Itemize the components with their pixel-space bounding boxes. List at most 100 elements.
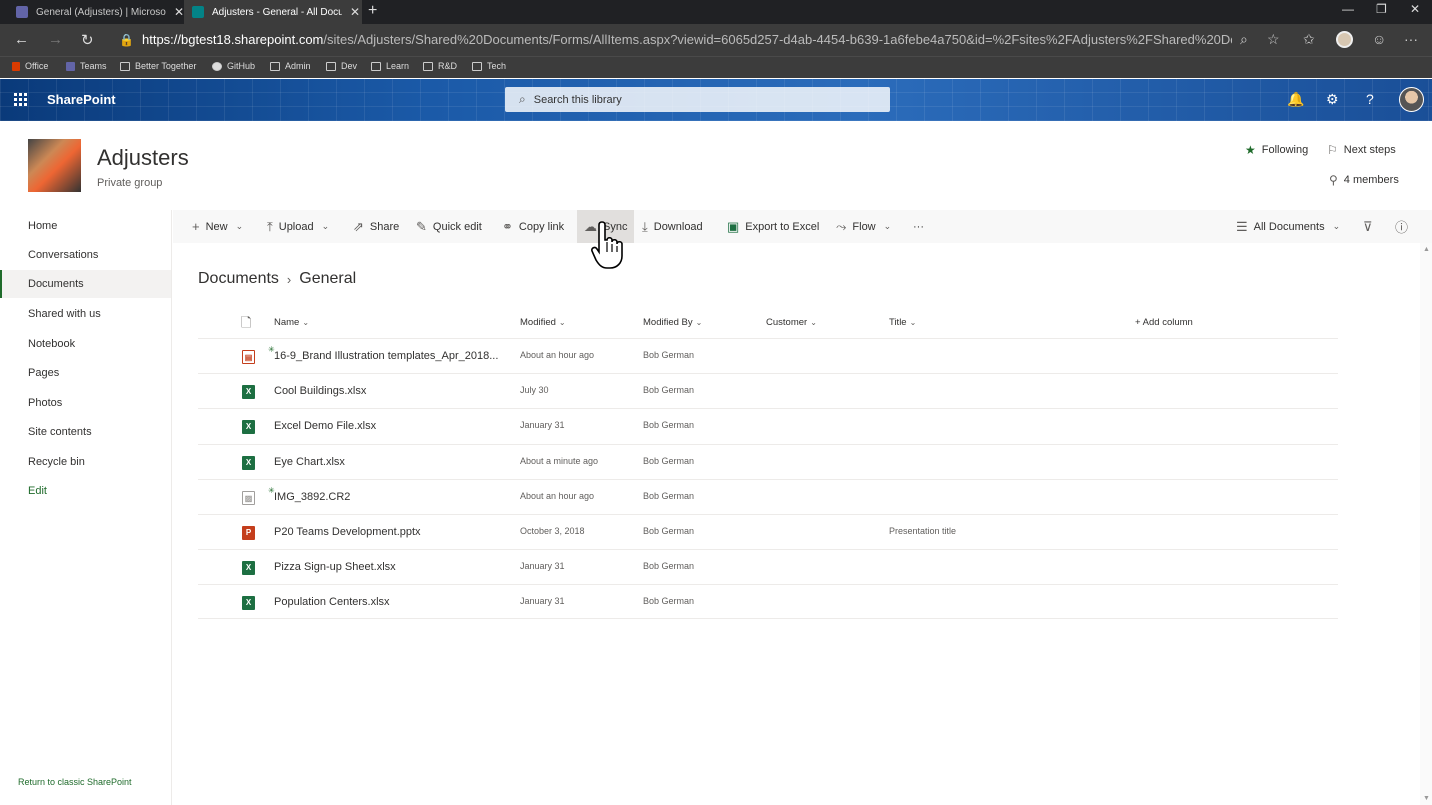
nav-edit-link[interactable]: Edit: [0, 477, 171, 505]
browser-profile-avatar[interactable]: [1336, 31, 1353, 48]
table-row[interactable]: ▨ ✳ IMG_3892.CR2 About an hour ago Bob G…: [198, 479, 1338, 514]
scroll-up-arrow-icon[interactable]: ▲: [1423, 246, 1430, 253]
file-modified-by[interactable]: Bob German: [643, 385, 694, 395]
nav-item-shared-with-us[interactable]: Shared with us: [0, 300, 171, 328]
bookmark-dev[interactable]: Dev: [326, 61, 357, 71]
column-header-modified[interactable]: Modified ⌄: [520, 317, 566, 328]
bookmark-better-together[interactable]: Better Together: [120, 61, 196, 71]
members-button[interactable]: ⚲ 4 members: [1329, 173, 1399, 187]
close-window-icon[interactable]: ✕: [1410, 2, 1420, 16]
table-row[interactable]: X Population Centers.xlsx January 31 Bob…: [198, 584, 1338, 619]
table-row[interactable]: X Excel Demo File.xlsx January 31 Bob Ge…: [198, 408, 1338, 443]
favorite-star-icon[interactable]: ☆: [1267, 31, 1280, 48]
info-pane-icon[interactable]: ⓘ: [1395, 210, 1414, 243]
new-tab-button[interactable]: +: [368, 2, 377, 20]
file-type-header-icon[interactable]: 🗋: [241, 314, 251, 336]
restore-icon[interactable]: ❐: [1376, 2, 1387, 16]
scroll-down-arrow-icon[interactable]: ▼: [1423, 795, 1430, 802]
browser-tab-teams[interactable]: General (Adjusters) | Microsoft T ✕: [8, 0, 188, 24]
bookmarks-bar: Office Teams Better Together GitHub Admi…: [0, 56, 1432, 78]
bookmark-teams[interactable]: Teams: [66, 61, 107, 71]
nav-item-documents[interactable]: Documents: [0, 270, 171, 298]
quick-edit-button[interactable]: ✎ Quick edit: [416, 210, 482, 243]
more-icon[interactable]: ···: [1404, 31, 1418, 47]
settings-gear-icon[interactable]: ⚙: [1326, 91, 1339, 108]
site-logo[interactable]: [28, 139, 81, 192]
user-avatar[interactable]: [1399, 87, 1424, 112]
teams-icon: [66, 61, 75, 71]
nav-item-notebook[interactable]: Notebook: [0, 330, 171, 358]
bookmark-learn[interactable]: Learn: [371, 61, 409, 71]
view-switcher[interactable]: ☰ All Documents ⌄: [1236, 210, 1340, 243]
nav-item-photos[interactable]: Photos: [0, 389, 171, 417]
nav-item-conversations[interactable]: Conversations: [0, 241, 171, 269]
table-row[interactable]: X Eye Chart.xlsx About a minute ago Bob …: [198, 444, 1338, 479]
filter-icon[interactable]: ⊽: [1363, 210, 1379, 243]
sharepoint-brand[interactable]: SharePoint: [47, 92, 116, 107]
flow-button[interactable]: ⤳ Flow ⌄: [836, 210, 891, 243]
column-header-name[interactable]: Name ⌄: [274, 317, 309, 328]
bookmark-tech[interactable]: Tech: [472, 61, 506, 71]
more-commands-button[interactable]: ···: [913, 210, 924, 243]
return-to-classic-link[interactable]: Return to classic SharePoint: [18, 777, 132, 787]
column-header-customer[interactable]: Customer ⌄: [766, 317, 817, 328]
file-modified-by[interactable]: Bob German: [643, 596, 694, 606]
browser-tab-sharepoint[interactable]: Adjusters - General - All Docume ✕: [184, 0, 362, 24]
export-to-excel-button[interactable]: ▣ Export to Excel: [727, 210, 819, 243]
search-input[interactable]: ⌕ Search this library: [505, 87, 890, 112]
app-launcher-icon[interactable]: [14, 93, 28, 107]
table-row[interactable]: X Cool Buildings.xlsx July 30 Bob German: [198, 373, 1338, 408]
file-name[interactable]: 16-9_Brand Illustration templates_Apr_20…: [274, 350, 504, 362]
url-field[interactable]: https://bgtest18.sharepoint.com/sites/Ad…: [142, 32, 1232, 47]
nav-item-pages[interactable]: Pages: [0, 359, 171, 387]
nav-item-recycle-bin[interactable]: Recycle bin: [0, 448, 171, 476]
add-column-button[interactable]: + Add column: [1135, 317, 1193, 328]
bookmark-rd[interactable]: R&D: [423, 61, 457, 71]
column-header-modified-by[interactable]: Modified By ⌄: [643, 317, 702, 328]
file-name[interactable]: Pizza Sign-up Sheet.xlsx: [274, 561, 504, 573]
column-header-title[interactable]: Title ⌄: [889, 317, 916, 328]
bookmark-github[interactable]: GitHub: [212, 61, 255, 71]
bookmark-admin[interactable]: Admin: [270, 61, 311, 71]
table-row[interactable]: P P20 Teams Development.pptx October 3, …: [198, 514, 1338, 549]
help-icon[interactable]: ?: [1366, 91, 1374, 107]
download-button[interactable]: ⤓ Download: [642, 210, 703, 243]
file-name[interactable]: IMG_3892.CR2: [274, 491, 504, 503]
file-name[interactable]: Eye Chart.xlsx: [274, 456, 504, 468]
following-button[interactable]: ★ Following: [1245, 143, 1308, 157]
feedback-icon[interactable]: ☺: [1372, 31, 1386, 47]
nav-item-site-contents[interactable]: Site contents: [0, 418, 171, 446]
close-tab-icon[interactable]: ✕: [350, 5, 360, 19]
close-tab-icon[interactable]: ✕: [174, 5, 184, 19]
file-name[interactable]: P20 Teams Development.pptx: [274, 526, 504, 538]
forward-icon[interactable]: →: [48, 31, 63, 48]
notifications-bell-icon[interactable]: 🔔: [1287, 91, 1304, 108]
file-modified-by[interactable]: Bob German: [643, 491, 694, 501]
next-steps-button[interactable]: ⚐ Next steps: [1327, 143, 1396, 157]
file-name[interactable]: Population Centers.xlsx: [274, 596, 504, 608]
upload-button[interactable]: ⤒ Upload ⌄: [267, 210, 329, 243]
file-modified-by[interactable]: Bob German: [643, 456, 694, 466]
file-modified-by[interactable]: Bob German: [643, 561, 694, 571]
file-modified-by[interactable]: Bob German: [643, 420, 694, 430]
file-modified: July 30: [520, 385, 549, 395]
favorites-bar-icon[interactable]: ✩: [1303, 31, 1315, 48]
minimize-icon[interactable]: —: [1342, 2, 1354, 16]
page-scrollbar[interactable]: ▲ ▼: [1420, 243, 1432, 805]
new-button[interactable]: + New ⌄: [192, 210, 243, 243]
refresh-icon[interactable]: ↻: [81, 31, 94, 49]
back-icon[interactable]: ←: [14, 31, 29, 48]
file-modified-by[interactable]: Bob German: [643, 350, 694, 360]
share-button[interactable]: ⇗ Share: [353, 210, 399, 243]
bookmark-office[interactable]: Office: [12, 61, 48, 71]
site-title[interactable]: Adjusters: [97, 145, 189, 171]
file-name[interactable]: Excel Demo File.xlsx: [274, 420, 504, 432]
table-row[interactable]: ▤ ✳ 16-9_Brand Illustration templates_Ap…: [198, 338, 1338, 373]
file-modified-by[interactable]: Bob German: [643, 526, 694, 536]
file-name[interactable]: Cool Buildings.xlsx: [274, 385, 504, 397]
table-row[interactable]: X Pizza Sign-up Sheet.xlsx January 31 Bo…: [198, 549, 1338, 584]
zoom-icon[interactable]: ⌕: [1240, 31, 1248, 48]
nav-item-home[interactable]: Home: [0, 212, 171, 240]
copy-link-button[interactable]: ⚭ Copy link: [502, 210, 564, 243]
breadcrumb-documents[interactable]: Documents: [198, 270, 279, 288]
